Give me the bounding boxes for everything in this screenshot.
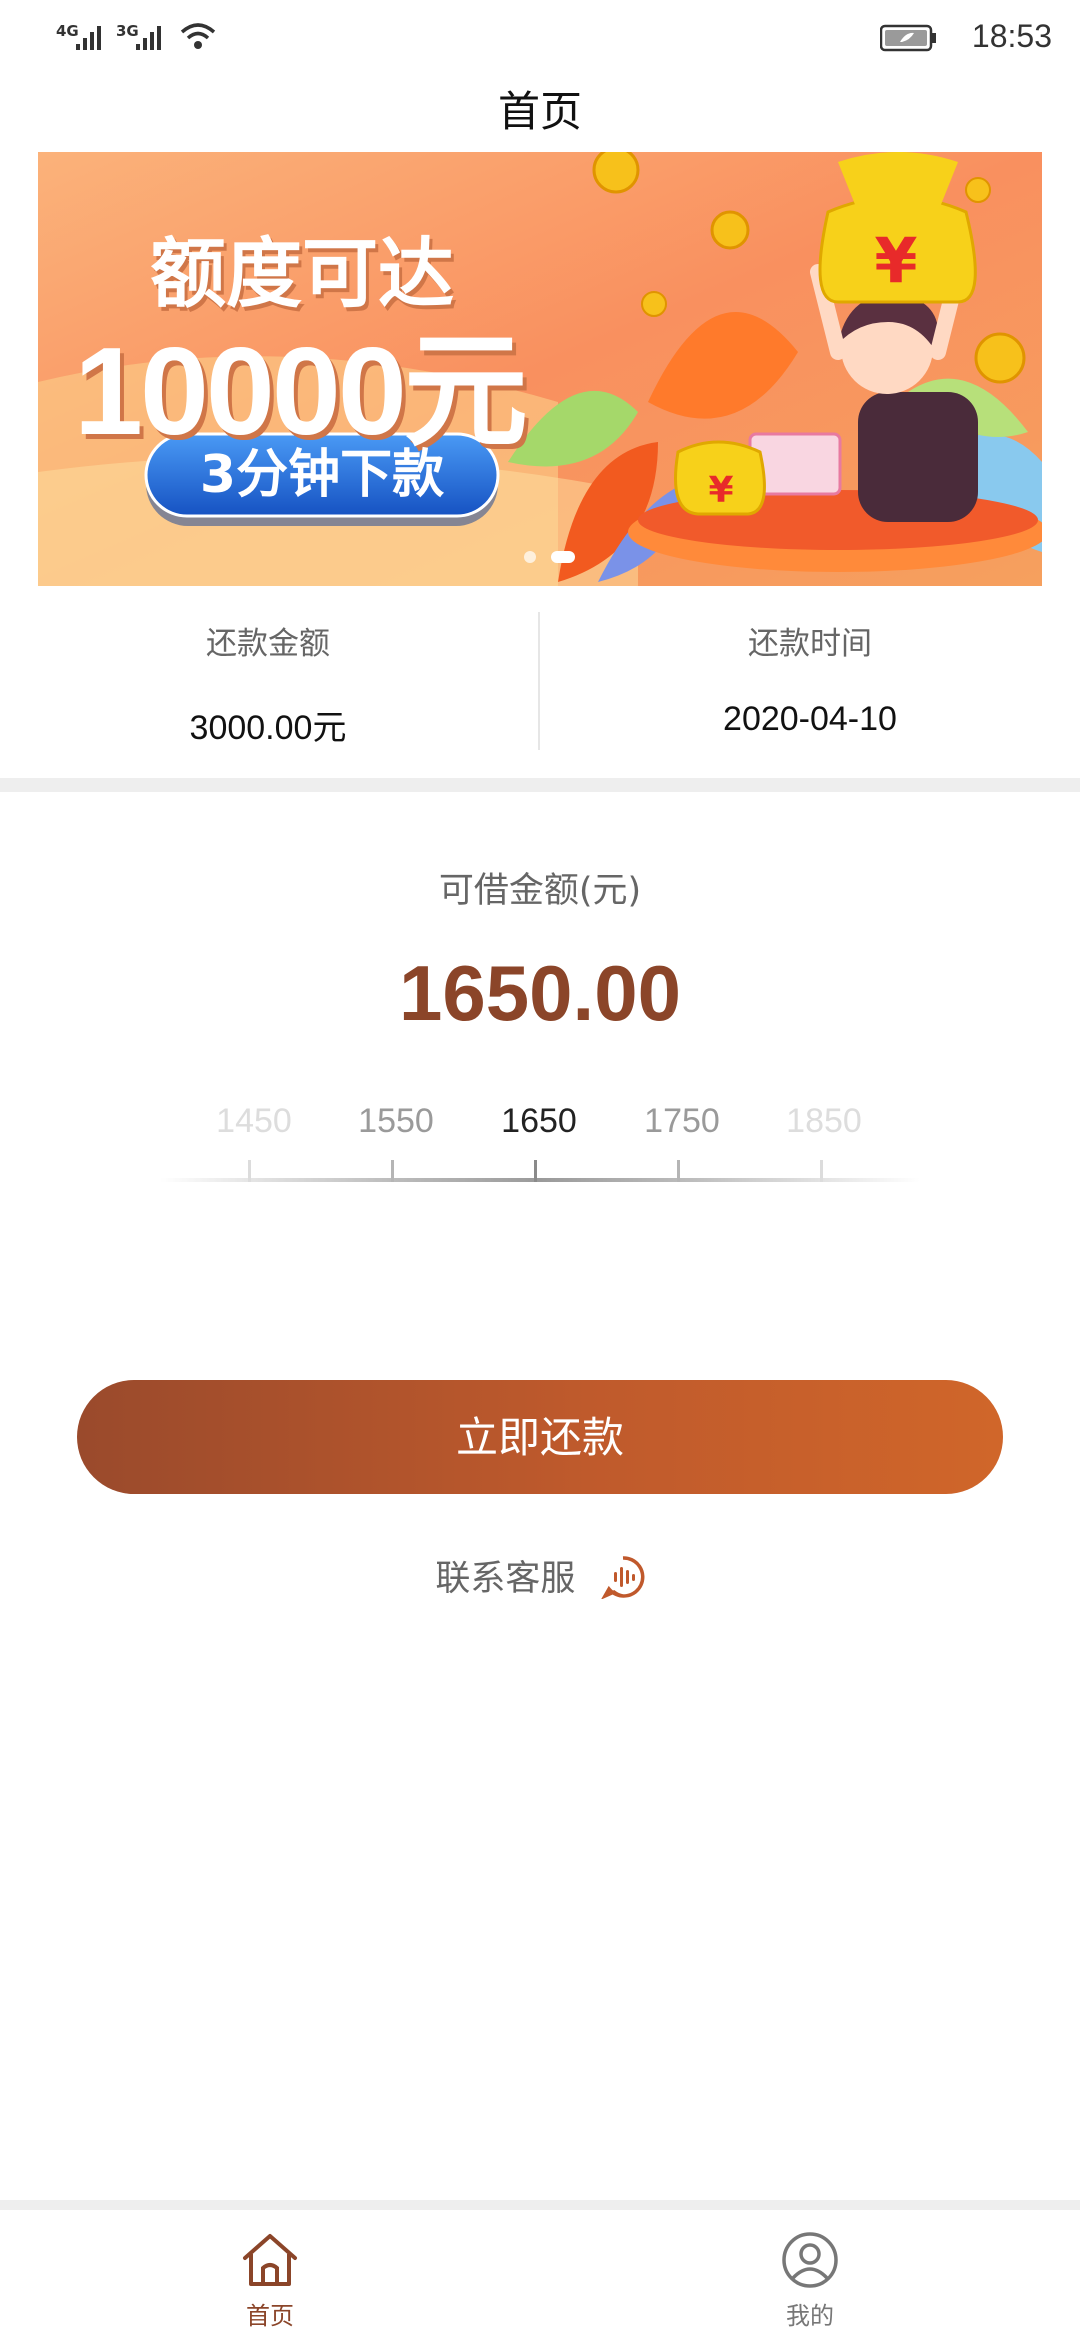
repay-date-value: 2020-04-10 <box>723 700 897 738</box>
battery-icon <box>880 24 936 52</box>
wifi-icon <box>180 23 216 49</box>
repay-amount-value: 3000.00元 <box>189 709 347 747</box>
home-icon <box>243 2234 297 2286</box>
ruler-tick <box>820 1160 823 1182</box>
indicator-dot <box>524 551 536 563</box>
customer-service-icon <box>600 1556 645 1600</box>
tab-profile-label: 我的 <box>786 2302 834 2330</box>
tab-profile[interactable]: 我的 <box>700 2230 920 2331</box>
scale-label: 1450 <box>216 1102 292 1140</box>
profile-icon <box>782 2232 838 2288</box>
ruler-tick <box>677 1160 680 1182</box>
borrow-amount-value: 1650.00 <box>399 949 681 1037</box>
repay-amount-label: 还款金额 <box>206 626 330 662</box>
svg-text:¥: ¥ <box>708 470 733 511</box>
promo-banner[interactable]: ¥ ¥ 额度可达 10000元 3分钟下款 <box>38 152 1042 586</box>
contact-support-label: 联系客服 <box>435 1559 576 1599</box>
contact-support-link[interactable]: 联系客服 <box>0 1550 1080 1601</box>
banner-cta-text: 3分钟下款 <box>199 445 445 505</box>
tab-home-label: 首页 <box>246 2302 294 2330</box>
repay-now-button[interactable]: 立即还款 <box>77 1380 1003 1494</box>
ruler-tick <box>248 1160 251 1182</box>
info-divider <box>538 612 540 750</box>
scale-label: 1750 <box>644 1102 720 1140</box>
ruler-tick-selected <box>534 1160 537 1182</box>
scale-label-selected: 1650 <box>501 1102 577 1140</box>
scale-label: 1550 <box>358 1102 434 1140</box>
status-time: 18:53 <box>971 18 1052 54</box>
repay-date-label: 还款时间 <box>748 626 872 662</box>
borrow-amount-label: 可借金额(元) <box>438 871 642 911</box>
svg-text:¥: ¥ <box>874 224 917 297</box>
page-title: 首页 <box>497 87 582 136</box>
banner-page-indicator <box>524 548 576 567</box>
signal-4g-icon <box>76 26 101 50</box>
indicator-dot-active <box>551 551 576 563</box>
section-divider <box>0 778 1080 792</box>
signal-3g-icon <box>136 26 161 50</box>
tab-home[interactable]: 首页 <box>160 2230 380 2331</box>
tab-bar-divider <box>0 2200 1080 2210</box>
status-bar: 4G 3G 18:53 <box>0 0 1080 72</box>
ruler-tick <box>391 1160 394 1182</box>
ruler-line <box>160 1178 920 1182</box>
scale-label: 1850 <box>786 1102 862 1140</box>
